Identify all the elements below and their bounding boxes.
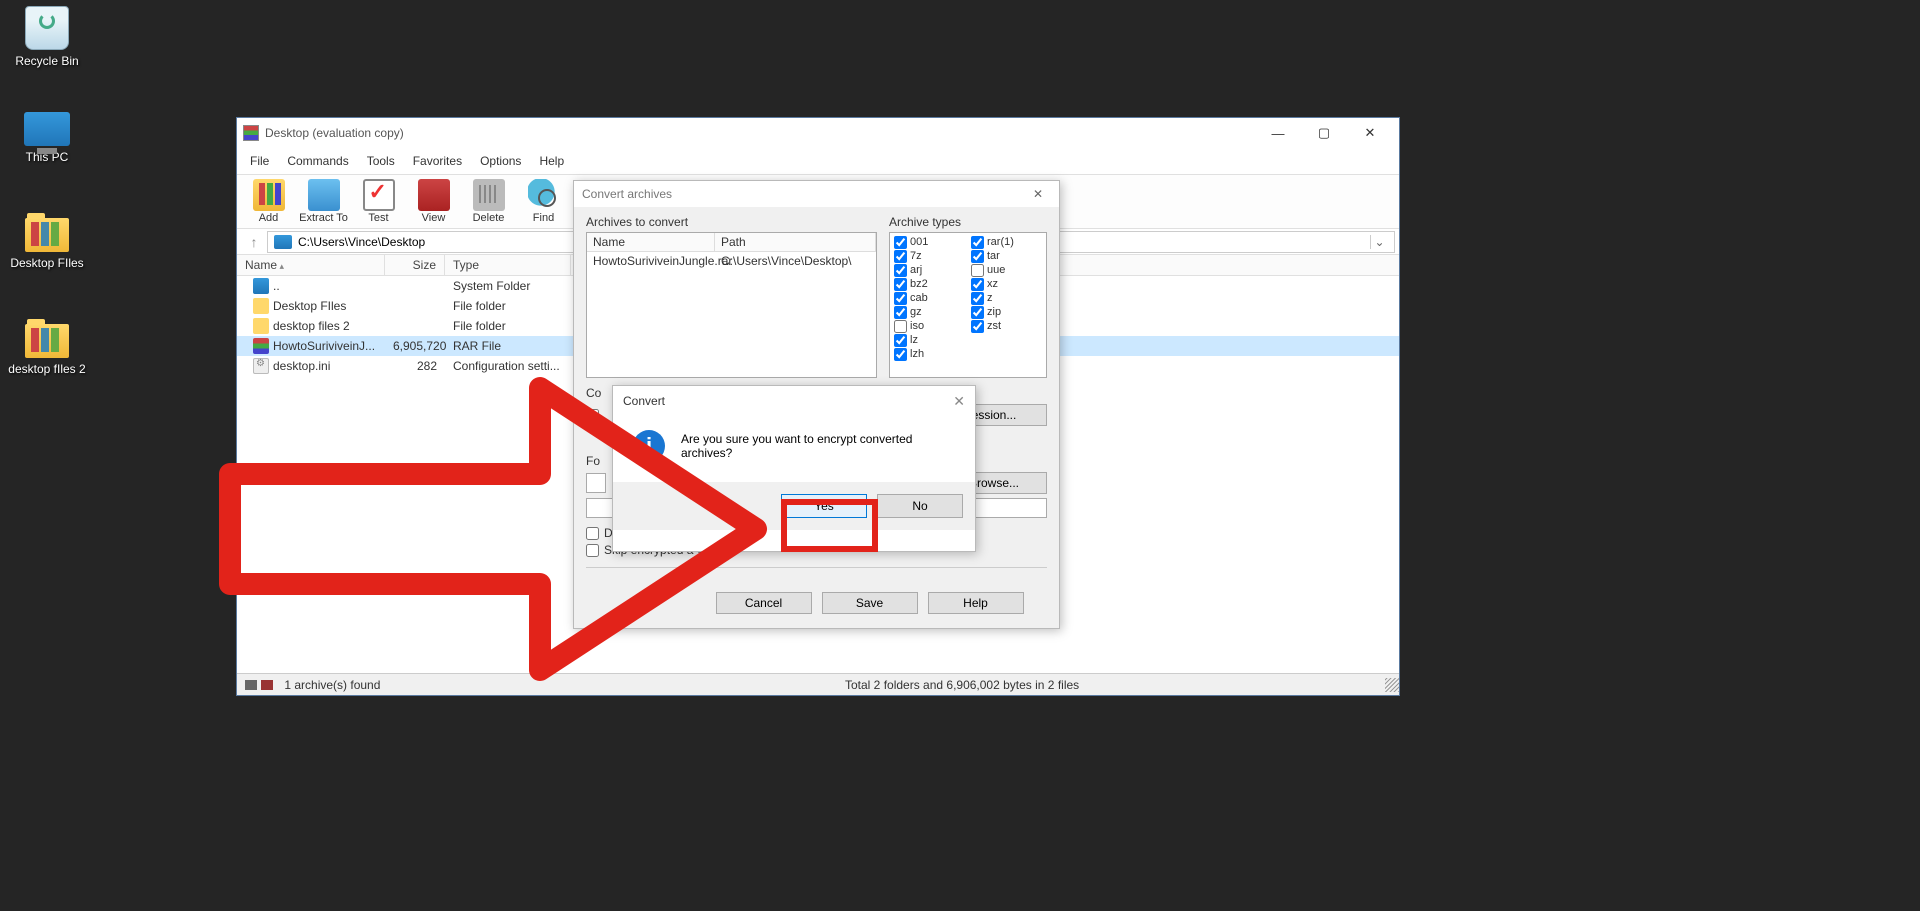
type-checkbox-xz[interactable]: xz <box>971 277 1042 291</box>
add-icon <box>253 179 285 211</box>
dialog-footer: Cancel Save Help <box>574 586 1059 626</box>
maximize-button[interactable]: ▢ <box>1301 118 1347 148</box>
icon-label: desktop fIles 2 <box>8 362 86 376</box>
menu-help[interactable]: Help <box>530 151 573 171</box>
col-size[interactable]: Size <box>385 255 445 275</box>
status-left: 1 archive(s) found <box>284 678 380 692</box>
list-row[interactable]: HowtoSuriviveinJungle.rar C:\Users\Vince… <box>587 252 876 270</box>
confirm-title: Convert <box>623 394 665 408</box>
status-right: Total 2 folders and 6,906,002 bytes in 2… <box>837 678 1385 692</box>
dialog-close-button[interactable]: ✕ <box>1025 187 1051 201</box>
type-checkbox-cab[interactable]: cab <box>894 291 965 305</box>
minimize-button[interactable]: — <box>1255 118 1301 148</box>
dialog-title: Convert archives <box>582 187 672 201</box>
conversion-label: Co <box>586 386 601 400</box>
key-icon <box>261 680 273 690</box>
icon-label: Desktop FIles <box>8 256 86 270</box>
menu-file[interactable]: File <box>241 151 278 171</box>
help-button[interactable]: Help <box>928 592 1024 614</box>
no-button[interactable]: No <box>877 494 963 518</box>
view-icon <box>418 179 450 211</box>
desktop-icon-folder1[interactable]: Desktop FIles <box>8 218 86 270</box>
types-label: Archive types <box>889 215 1047 229</box>
col-type[interactable]: Type <box>445 255 571 275</box>
tool-test[interactable]: Test <box>351 177 406 226</box>
confirm-message: Are you sure you want to encrypt convert… <box>681 432 955 460</box>
type-checkbox-zst[interactable]: zst <box>971 319 1042 333</box>
desktop-icon-folder2[interactable]: desktop fIles 2 <box>8 324 86 376</box>
type-checkbox-iso[interactable]: iso <box>894 319 965 333</box>
tool-extract[interactable]: Extract To <box>296 177 351 226</box>
path-dropdown[interactable]: ⌄ <box>1370 235 1388 249</box>
type-checkbox-rar(1)[interactable]: rar(1) <box>971 235 1042 249</box>
col-name[interactable]: Name <box>237 255 385 275</box>
window-title: Desktop (evaluation copy) <box>265 126 404 140</box>
conv-checkbox[interactable] <box>586 409 599 422</box>
type-checkbox-7z[interactable]: 7z <box>894 249 965 263</box>
desktop-icon-thispc[interactable]: This PC <box>8 112 86 164</box>
folder-icon <box>25 324 69 358</box>
delete-icon <box>473 179 505 211</box>
this-pc-icon <box>24 112 70 146</box>
folder-field-fragment[interactable] <box>586 473 606 493</box>
up-button[interactable]: ↑ <box>241 234 267 250</box>
save-button[interactable]: Save <box>822 592 918 614</box>
menu-options[interactable]: Options <box>471 151 530 171</box>
winrar-app-icon <box>243 125 259 141</box>
icon-label: Recycle Bin <box>8 54 86 68</box>
tool-add[interactable]: Add <box>241 177 296 226</box>
menu-commands[interactable]: Commands <box>278 151 357 171</box>
type-checkbox-uue[interactable]: uue <box>971 263 1042 277</box>
type-checkbox-bz2[interactable]: bz2 <box>894 277 965 291</box>
confirm-titlebar[interactable]: Convert ✕ <box>613 386 975 416</box>
close-button[interactable]: ✕ <box>1347 118 1393 148</box>
type-checkbox-gz[interactable]: gz <box>894 305 965 319</box>
find-icon <box>528 179 560 211</box>
folder-label: Fo <box>586 454 600 468</box>
desktop-icon-recycle[interactable]: Recycle Bin <box>8 6 86 68</box>
recycle-bin-icon <box>25 6 69 50</box>
type-checkbox-zip[interactable]: zip <box>971 305 1042 319</box>
archives-list[interactable]: Name Path HowtoSuriviveinJungle.rar C:\U… <box>586 232 877 378</box>
test-icon <box>363 179 395 211</box>
tool-find[interactable]: Find <box>516 177 571 226</box>
confirm-dialog: Convert ✕ i Are you sure you want to enc… <box>612 385 976 552</box>
folder-icon <box>25 218 69 252</box>
archive-types: 001 rar(1) 7z tararjuue bz2 xzcabzgzzipisozst… <box>889 232 1047 378</box>
archives-label: Archives to convert <box>586 215 877 229</box>
list-col-path[interactable]: Path <box>715 233 876 251</box>
titlebar[interactable]: Desktop (evaluation copy) — ▢ ✕ <box>237 118 1399 148</box>
disk-icon <box>245 680 257 690</box>
tool-delete[interactable]: Delete <box>461 177 516 226</box>
type-checkbox-lzh[interactable]: lzh <box>894 347 965 361</box>
type-checkbox-z[interactable]: z <box>971 291 1042 305</box>
type-checkbox-[interactable] <box>971 333 1042 347</box>
menu-favorites[interactable]: Favorites <box>404 151 471 171</box>
type-checkbox-tar[interactable]: tar <box>971 249 1042 263</box>
path-text: C:\Users\Vince\Desktop <box>298 235 425 249</box>
cancel-button[interactable]: Cancel <box>716 592 812 614</box>
dialog-titlebar[interactable]: Convert archives ✕ <box>574 181 1059 207</box>
tool-view[interactable]: View <box>406 177 461 226</box>
extract-icon <box>308 179 340 211</box>
type-checkbox-arj[interactable]: arj <box>894 263 965 277</box>
menubar: File Commands Tools Favorites Options He… <box>237 148 1399 174</box>
list-col-name[interactable]: Name <box>587 233 715 251</box>
drive-icon <box>274 235 292 249</box>
resize-grip[interactable] <box>1385 678 1399 692</box>
type-checkbox-lz[interactable]: lz <box>894 333 965 347</box>
statusbar: 1 archive(s) found Total 2 folders and 6… <box>237 673 1399 695</box>
menu-tools[interactable]: Tools <box>358 151 404 171</box>
type-checkbox-[interactable] <box>971 347 1042 361</box>
confirm-close-button[interactable]: ✕ <box>953 393 965 410</box>
info-icon: i <box>633 430 665 462</box>
type-checkbox-001[interactable]: 001 <box>894 235 965 249</box>
yes-button[interactable]: Yes <box>781 494 867 518</box>
